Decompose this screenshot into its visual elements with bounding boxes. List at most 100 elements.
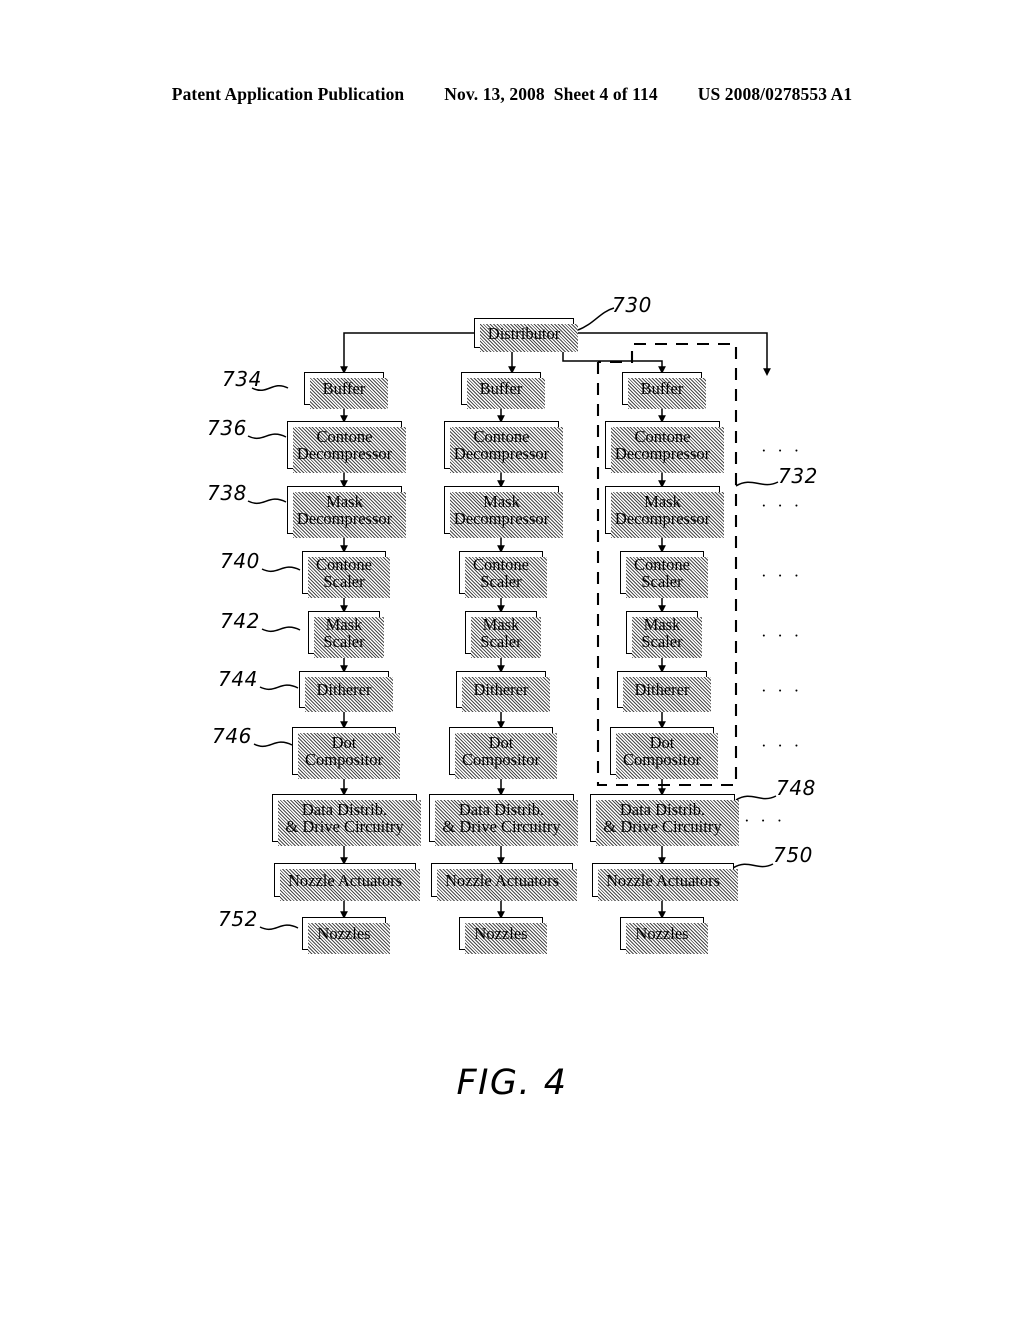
buffer-node-col2[interactable]: Buffer [461,372,545,409]
contone-decompressor-node-col2[interactable]: Contone Decompressor [444,421,563,473]
dot-compositor-node-col3[interactable]: Dot Compositor [610,727,718,779]
nozzles-label: Nozzles [635,924,689,943]
reference-742: 742 [220,609,260,633]
nozzle-actuators-node-col2[interactable]: Nozzle Actuators [431,863,577,901]
contone-scaler-node-col1[interactable]: Contone Scaler [302,551,390,598]
data-distrib-label-line1: Data Distrib. [301,800,388,820]
contone-scaler-label-line2: Scaler [480,571,522,591]
mask-decompressor-label-line1: Mask [644,492,681,512]
data-distrib-label-line2: & Drive Circuitry [285,817,404,836]
ellipsis-mask-decompressor-row: · · · [761,496,803,515]
reference-752: 752 [218,907,258,931]
nozzle-actuators-label: Nozzle Actuators [605,870,721,890]
dot-compositor-label-line1: Dot [331,733,357,753]
contone-scaler-label-line1: Contone [634,554,690,574]
ditherer-node-col3[interactable]: Ditherer [617,671,711,712]
dot-compositor-node-col1[interactable]: Dot Compositor [292,727,400,779]
mask-decompressor-label-line2: Decompressor [453,509,550,528]
data-distrib-drive-circuitry-node-col3[interactable]: Data Distrib. & Drive Circuitry [590,794,739,846]
distributor-node[interactable]: Distributor [474,318,578,352]
reference-730: 730 [612,293,652,317]
nozzle-actuators-label: Nozzle Actuators [444,870,560,890]
buffer-node-col3[interactable]: Buffer [622,372,706,409]
connector-layer [247,307,779,931]
data-distrib-drive-circuitry-node-col1[interactable]: Data Distrib. & Drive Circuitry [272,794,421,846]
ellipsis-contone-scaler-row: · · · [761,566,803,585]
reference-732: 732 [778,464,818,488]
mask-scaler-node-col2[interactable]: Mask Scaler [465,611,541,658]
ditherer-label: Ditherer [316,680,372,699]
contone-scaler-label-line1: Contone [473,554,529,574]
reference-736: 736 [207,416,247,440]
nozzle-actuators-node-col1[interactable]: Nozzle Actuators [274,863,420,901]
contone-scaler-label-line2: Scaler [641,571,683,591]
ditherer-label: Ditherer [473,680,529,699]
contone-scaler-node-col2[interactable]: Contone Scaler [459,551,547,598]
contone-scaler-label-line2: Scaler [323,571,365,591]
contone-decompressor-node-col3[interactable]: Contone Decompressor [605,421,724,473]
reference-748: 748 [776,776,816,800]
dot-compositor-label-line2: Compositor [305,750,383,769]
contone-decompressor-label-line2: Decompressor [453,444,550,463]
reference-746: 746 [212,724,252,748]
ditherer-node-col1[interactable]: Ditherer [299,671,393,712]
mask-decompressor-node-col1[interactable]: Mask Decompressor [287,486,406,538]
contone-scaler-label-line1: Contone [316,554,372,574]
buffer-label: Buffer [640,379,684,398]
reference-734: 734 [222,367,262,391]
buffer-label: Buffer [322,379,366,398]
nozzles-label: Nozzles [317,924,371,943]
dot-compositor-label-line1: Dot [649,733,675,753]
nozzles-node-col3[interactable]: Nozzles [620,917,708,954]
ellipsis-mask-scaler-row: · · · [761,626,803,645]
figure-caption: FIG. 4 [456,1063,568,1103]
buffer-node-col1[interactable]: Buffer [304,372,388,409]
ellipsis-contone-decompressor-row: · · · [761,441,803,460]
reference-738: 738 [207,481,247,505]
reference-750: 750 [773,843,813,867]
nozzles-node-col1[interactable]: Nozzles [302,917,390,954]
mask-decompressor-label-line1: Mask [483,492,520,512]
mask-decompressor-label-line1: Mask [326,492,363,512]
ellipsis-data-distrib-row: · · · [744,811,786,830]
contone-decompressor-node-col1[interactable]: Contone Decompressor [287,421,406,473]
mask-scaler-node-col1[interactable]: Mask Scaler [308,611,384,658]
buffer-label: Buffer [479,379,523,398]
distributor-label: Distributor [487,323,561,343]
contone-decompressor-label-line1: Contone [316,427,373,447]
nozzle-actuators-label: Nozzle Actuators [287,870,403,890]
data-distrib-label-line2: & Drive Circuitry [603,817,722,836]
nozzle-actuators-node-col3[interactable]: Nozzle Actuators [592,863,738,901]
mask-decompressor-label-line2: Decompressor [296,509,393,528]
mask-decompressor-label-line2: Decompressor [614,509,711,528]
data-distrib-drive-circuitry-node-col2[interactable]: Data Distrib. & Drive Circuitry [429,794,578,846]
mask-scaler-label-line2: Scaler [480,631,522,651]
dot-compositor-label-line1: Dot [488,733,514,753]
contone-decompressor-label-line2: Decompressor [614,444,711,463]
reference-740: 740 [220,549,260,573]
dot-compositor-node-col2[interactable]: Dot Compositor [449,727,557,779]
ditherer-label: Ditherer [634,680,690,699]
mask-scaler-label-line1: Mask [482,614,520,634]
dot-compositor-label-line2: Compositor [462,750,540,769]
ditherer-node-col2[interactable]: Ditherer [456,671,550,712]
mask-scaler-label-line2: Scaler [641,631,683,651]
contone-scaler-node-col3[interactable]: Contone Scaler [620,551,708,598]
mask-scaler-label-line2: Scaler [323,631,365,651]
contone-decompressor-label-line1: Contone [473,427,530,447]
data-distrib-label-line2: & Drive Circuitry [442,817,561,836]
contone-decompressor-label-line1: Contone [634,427,691,447]
reference-744: 744 [218,667,258,691]
nozzles-label: Nozzles [474,924,528,943]
mask-decompressor-node-col2[interactable]: Mask Decompressor [444,486,563,538]
contone-decompressor-label-line2: Decompressor [296,444,393,463]
nozzles-node-col2[interactable]: Nozzles [459,917,547,954]
ellipsis-ditherer-row: · · · [761,681,803,700]
data-distrib-label-line1: Data Distrib. [458,800,545,820]
mask-scaler-label-line1: Mask [643,614,681,634]
mask-scaler-node-col3[interactable]: Mask Scaler [626,611,702,658]
mask-scaler-label-line1: Mask [325,614,363,634]
dot-compositor-label-line2: Compositor [623,750,701,769]
figure-4-diagram: Distributor Buffer Contone Decompressor … [0,0,1024,1320]
mask-decompressor-node-col3[interactable]: Mask Decompressor [605,486,724,538]
